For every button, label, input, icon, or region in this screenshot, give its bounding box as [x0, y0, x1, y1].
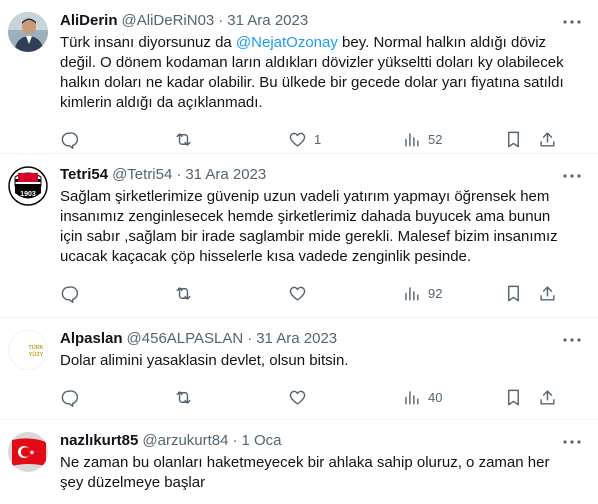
- reply-icon: [61, 131, 79, 149]
- bookmark-button[interactable]: [504, 284, 538, 303]
- tweet-header: Alpaslan @456ALPASLAN · 31 Ara 2023: [60, 328, 582, 348]
- tweet-text: Türk insanı diyorsunuz da @NejatOzonay b…: [60, 34, 564, 111]
- besiktas-1903-crest-avatar[interactable]: 1903: [8, 166, 48, 206]
- retweet-icon: [176, 132, 191, 146]
- more-icon: [563, 174, 581, 178]
- user-handle[interactable]: @arzukurt84: [142, 432, 228, 449]
- bookmark-button[interactable]: [504, 130, 538, 149]
- bookmark-icon: [508, 285, 519, 301]
- view-count: 52: [428, 131, 443, 147]
- bookmark-icon: [508, 389, 519, 405]
- turkish-flag-avatar[interactable]: [8, 432, 48, 472]
- share-button[interactable]: [538, 388, 557, 407]
- svg-text:1903: 1903: [20, 191, 36, 198]
- display-name[interactable]: AliDerin: [60, 12, 118, 29]
- reply-button[interactable]: [60, 284, 174, 303]
- like-button[interactable]: 1: [288, 130, 402, 149]
- tweet[interactable]: nazlıkurt85 @arzukurt84 · 1 Oca Ne zaman…: [0, 420, 598, 504]
- display-name[interactable]: nazlıkurt85: [60, 432, 138, 449]
- svg-text:TÜRK: TÜRK: [28, 344, 43, 351]
- share-icon: [540, 131, 555, 147]
- retweet-button[interactable]: [174, 130, 288, 149]
- user-handle[interactable]: @Tetri54: [112, 166, 172, 183]
- views-icon: [405, 286, 419, 301]
- like-button[interactable]: [288, 388, 402, 407]
- tweet-date[interactable]: 1 Oca: [241, 432, 281, 449]
- tweet-header: nazlıkurt85 @arzukurt84 · 1 Oca: [60, 430, 582, 450]
- tweet-header: AliDerin @AliDeRiN03 · 31 Ara 2023: [60, 10, 582, 30]
- like-count: 1: [314, 131, 322, 147]
- more-button[interactable]: [562, 330, 582, 350]
- retweet-button[interactable]: [174, 284, 288, 303]
- like-icon: [289, 132, 306, 147]
- separator-dot: ·: [218, 11, 224, 29]
- views-icon: [405, 132, 419, 147]
- tweet-date[interactable]: 31 Ara 2023: [227, 12, 308, 29]
- more-button[interactable]: [562, 166, 582, 186]
- bookmark-icon: [508, 131, 519, 147]
- user-handle[interactable]: @AliDeRiN03: [122, 12, 215, 29]
- share-icon: [540, 389, 555, 405]
- share-icon: [540, 285, 555, 301]
- tweet[interactable]: 1903 Tetri54 @Tetri54 · 31 Ara 2023 Sağl…: [0, 154, 598, 318]
- tweet-header: Tetri54 @Tetri54 · 31 Ara 2023: [60, 164, 582, 184]
- views-button[interactable]: 40: [402, 388, 504, 407]
- tweet-actions: 92: [60, 273, 582, 313]
- more-icon: [563, 338, 581, 342]
- man-portrait-avatar[interactable]: [8, 12, 48, 52]
- more-icon: [563, 440, 581, 444]
- more-button[interactable]: [562, 12, 582, 32]
- reply-icon: [61, 285, 79, 303]
- tweet-text: Dolar alimini yasaklasin devlet, olsun b…: [60, 352, 349, 369]
- svg-text:YÜZY: YÜZY: [29, 351, 44, 358]
- mention-link[interactable]: @NejatOzonay: [236, 34, 338, 51]
- display-name[interactable]: Alpaslan: [60, 330, 123, 347]
- display-name[interactable]: Tetri54: [60, 166, 108, 183]
- tweet[interactable]: AliDerin @AliDeRiN03 · 31 Ara 2023 Türk …: [0, 0, 598, 154]
- user-handle[interactable]: @456ALPASLAN: [127, 330, 244, 347]
- views-icon: [405, 390, 419, 405]
- share-button[interactable]: [538, 130, 557, 149]
- tweet-date[interactable]: 31 Ara 2023: [256, 330, 337, 347]
- views-button[interactable]: 92: [402, 284, 504, 303]
- reply-button[interactable]: [60, 388, 174, 407]
- like-icon: [289, 390, 306, 405]
- reply-icon: [61, 389, 79, 407]
- tweet-text: Sağlam şirketlerimize güvenip uzun vadel…: [60, 188, 558, 265]
- more-icon: [563, 20, 581, 24]
- tweet-date[interactable]: 31 Ara 2023: [185, 166, 266, 183]
- bookmark-button[interactable]: [504, 388, 538, 407]
- view-count: 92: [428, 285, 443, 301]
- separator-dot: ·: [232, 431, 238, 449]
- separator-dot: ·: [176, 165, 182, 183]
- turk-yuzyili-logo-avatar[interactable]: TÜRK YÜZY: [8, 330, 48, 370]
- like-icon: [289, 286, 306, 301]
- more-button[interactable]: [562, 432, 582, 452]
- reply-feed: AliDerin @AliDeRiN03 · 31 Ara 2023 Türk …: [0, 0, 598, 504]
- tweet-actions: 1 52: [60, 119, 582, 159]
- tweet[interactable]: TÜRK YÜZY Alpaslan @456ALPASLAN · 31 Ara…: [0, 318, 598, 420]
- tweet-text: Ne zaman bu olanları haketmeyecek bir ah…: [60, 454, 550, 491]
- separator-dot: ·: [247, 329, 253, 347]
- retweet-icon: [176, 390, 191, 404]
- tweet-actions: 40: [60, 377, 582, 417]
- retweet-button[interactable]: [174, 388, 288, 407]
- view-count: 40: [428, 389, 443, 405]
- like-button[interactable]: [288, 284, 402, 303]
- reply-button[interactable]: [60, 130, 174, 149]
- share-button[interactable]: [538, 284, 557, 303]
- retweet-icon: [176, 286, 191, 300]
- views-button[interactable]: 52: [402, 130, 504, 149]
